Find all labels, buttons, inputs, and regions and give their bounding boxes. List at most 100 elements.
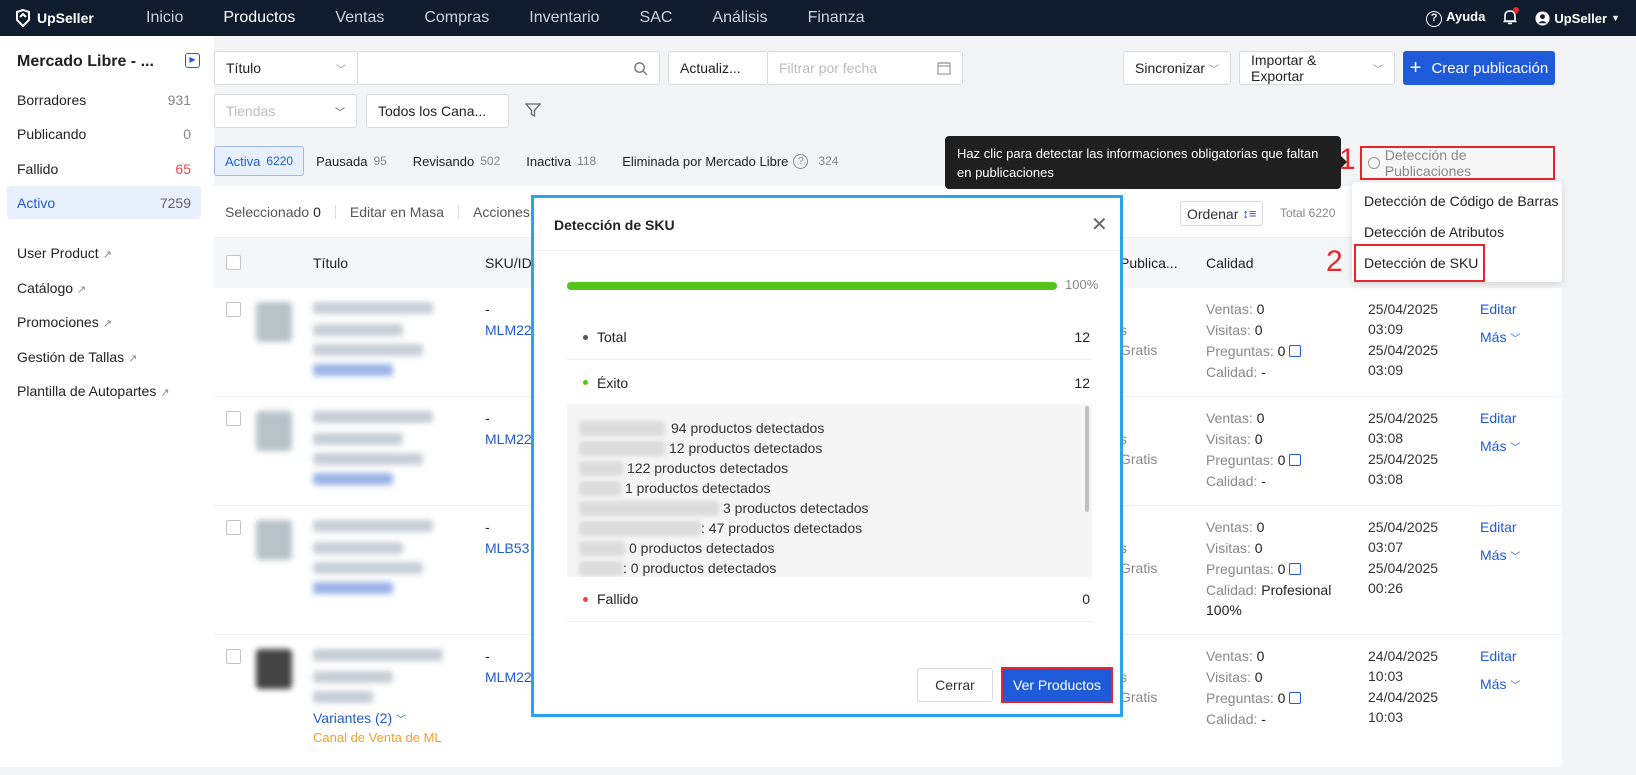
tab-revisando[interactable]: Revisando 502 <box>413 154 500 169</box>
publication-type: Gratis <box>1120 689 1158 705</box>
detection-details-list[interactable]: 94 productos detectados 12 productos det… <box>567 404 1092 577</box>
bulk-edit-button[interactable]: Editar en Masa <box>350 204 444 220</box>
sidebar-item-activo[interactable]: Activo 7259 <box>7 186 201 219</box>
questions-search-icon[interactable] <box>1289 345 1302 357</box>
variants-toggle[interactable]: Variantes (2) ﹀ <box>313 710 406 726</box>
sidebar-link-autopartes[interactable]: Plantilla de Autopartes ↗ <box>17 383 170 399</box>
more-button[interactable]: Más ﹀ <box>1480 676 1520 692</box>
filter-icon[interactable] <box>525 102 541 118</box>
store-title: Mercado Libre - ... <box>17 53 154 70</box>
sidebar-link-label: Gestión de Tallas <box>17 349 125 365</box>
close-icon[interactable]: ✕ <box>1091 212 1108 237</box>
nav-inventario[interactable]: Inventario <box>529 9 599 27</box>
view-products-button[interactable]: Ver Productos <box>1001 667 1113 703</box>
date-filter-input[interactable]: Filtrar por fecha <box>767 51 963 85</box>
external-link-icon: ↗ <box>102 249 112 261</box>
tab-count: 6220 <box>266 154 294 168</box>
user-menu[interactable]: UpSeller ▼ <box>1535 11 1620 26</box>
listing-id-link[interactable]: MLM22 <box>485 322 532 338</box>
search-icon[interactable] <box>633 61 648 76</box>
blurred-subtitle <box>313 433 403 445</box>
total-count: Total 6220 <box>1280 206 1336 220</box>
edit-button[interactable]: Editar <box>1480 410 1517 426</box>
sync-button[interactable]: Sincronizar ﹀ <box>1123 51 1231 85</box>
sidebar-link-catalogo[interactable]: Catálogo ↗ <box>17 280 86 296</box>
search-field-select[interactable]: Título ﹀ <box>214 51 358 85</box>
sidebar-item-publicando[interactable]: Publicando 0 <box>7 117 201 150</box>
more-button[interactable]: Más ﹀ <box>1480 329 1520 345</box>
nav-sac[interactable]: SAC <box>640 9 673 27</box>
more-button[interactable]: Más ﹀ <box>1480 438 1520 454</box>
button-label: Detección de Publicaciones <box>1384 147 1472 179</box>
sidebar-link-tallas[interactable]: Gestión de Tallas ↗ <box>17 349 137 365</box>
listing-id-link[interactable]: MLM22 <box>485 669 532 685</box>
row-checkbox[interactable] <box>226 520 241 535</box>
sidebar-link-promociones[interactable]: Promociones ↗ <box>17 314 112 330</box>
stat-label: Ventas: <box>1206 648 1253 664</box>
edit-button[interactable]: Editar <box>1480 648 1517 664</box>
sort-button[interactable]: Ordenar ↕≡ <box>1180 201 1264 226</box>
more-label: Más <box>1480 438 1507 454</box>
notifications-button[interactable] <box>1503 6 1520 28</box>
column-header-publication: Publica... <box>1120 255 1178 271</box>
select-all-checkbox[interactable] <box>226 255 241 270</box>
listing-detection-button[interactable]: Detección de Publicaciones <box>1360 146 1555 180</box>
tab-pausada[interactable]: Pausada 95 <box>316 154 387 169</box>
button-label: Crear publicación <box>1431 59 1549 77</box>
created-time: 03:07 <box>1368 539 1404 555</box>
select-value: Actualiz... <box>680 60 741 76</box>
sidebar-item-fallido[interactable]: Fallido 65 <box>7 152 201 185</box>
selected-label: Seleccionado <box>225 203 310 220</box>
updated-time: 00:26 <box>1368 580 1404 596</box>
brand-logo[interactable]: UpSeller <box>14 9 126 27</box>
failed-row: Fallido 0 <box>567 577 1092 622</box>
listing-id-link[interactable]: MLM22 <box>485 431 532 447</box>
listing-id-link[interactable]: MLB53 <box>485 540 529 556</box>
menu-item-attribute-detection[interactable]: Detección de Atributos <box>1364 224 1504 240</box>
progress-fill <box>567 282 1057 290</box>
total-label: Total <box>597 329 627 345</box>
stores-select[interactable]: Tiendas ﹀ <box>214 94 357 128</box>
publication-type: Gratis <box>1120 451 1158 467</box>
sidebar-link-user-product[interactable]: User Product ↗ <box>17 245 112 261</box>
questions-stat: Preguntas: 0 <box>1206 561 1302 577</box>
play-video-icon[interactable]: ▶ <box>185 53 200 68</box>
nav-analisis[interactable]: Análisis <box>712 9 767 27</box>
search-input[interactable] <box>357 51 660 85</box>
tab-eliminada[interactable]: Eliminada por Mercado Libre? 324 <box>622 153 838 169</box>
row-checkbox[interactable] <box>226 411 241 426</box>
stat-label: Preguntas: <box>1206 343 1274 359</box>
questions-search-icon[interactable] <box>1289 563 1302 575</box>
import-export-button[interactable]: Importar & Exportar ﹀ <box>1239 51 1395 85</box>
menu-item-barcode-detection[interactable]: Detección de Código de Barras <box>1364 193 1559 209</box>
sidebar-link-label: Plantilla de Autopartes <box>17 383 157 399</box>
tab-activa[interactable]: Activa 6220 <box>214 146 305 176</box>
channels-select[interactable]: Todos los Cana... <box>366 94 509 128</box>
sidebar-item-borradores[interactable]: Borradores 931 <box>7 83 201 116</box>
stat-label: Ventas: <box>1206 301 1253 317</box>
stat-label: Calidad: <box>1206 364 1258 380</box>
more-label: Más <box>1480 676 1507 692</box>
row-checkbox[interactable] <box>226 302 241 317</box>
edit-button[interactable]: Editar <box>1480 301 1517 317</box>
help-link[interactable]: ? Ayuda <box>1426 9 1485 27</box>
close-button[interactable]: Cerrar <box>917 668 993 702</box>
nav-compras[interactable]: Compras <box>424 9 489 27</box>
button-label: Importar & Exportar <box>1251 52 1317 84</box>
nav-productos[interactable]: Productos <box>223 9 295 27</box>
help-icon[interactable]: ? <box>793 153 809 169</box>
nav-ventas[interactable]: Ventas <box>335 9 384 27</box>
list-scrollbar[interactable] <box>1085 406 1089 512</box>
questions-search-icon[interactable] <box>1289 454 1302 466</box>
external-link-icon: ↗ <box>128 353 138 365</box>
tab-inactiva[interactable]: Inactiva 118 <box>526 154 596 169</box>
edit-button[interactable]: Editar <box>1480 519 1517 535</box>
row-checkbox[interactable] <box>226 649 241 664</box>
user-name: UpSeller <box>1554 10 1608 26</box>
questions-search-icon[interactable] <box>1289 692 1302 704</box>
more-button[interactable]: Más ﹀ <box>1480 547 1520 563</box>
date-type-select[interactable]: Actualiz... <box>668 51 768 85</box>
nav-inicio[interactable]: Inicio <box>146 9 183 27</box>
nav-finanza[interactable]: Finanza <box>808 9 865 27</box>
create-listing-button[interactable]: + Crear publicación <box>1403 51 1555 85</box>
